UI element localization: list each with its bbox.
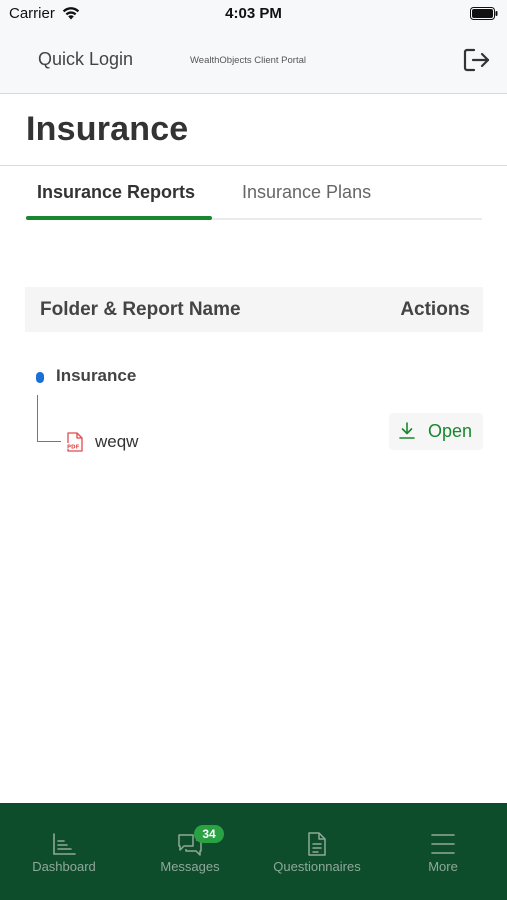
tab-insurance-reports[interactable]: Insurance Reports [37, 182, 195, 203]
tab-bar: Insurance Reports Insurance Plans [26, 175, 482, 220]
nav-item-questionnaires[interactable]: Questionnaires [254, 803, 380, 900]
column-header-actions: Actions [400, 299, 470, 320]
file-name[interactable]: weqw [95, 432, 138, 452]
download-icon [399, 422, 415, 439]
app-header: Quick Login WealthObjects Client Portal [0, 28, 507, 94]
pdf-icon: PDF [66, 432, 83, 452]
tree-connector-vertical [37, 395, 38, 441]
portal-title: WealthObjects Client Portal [190, 55, 306, 66]
nav-label-messages: Messages [160, 859, 220, 874]
tree-connector-horizontal [37, 441, 61, 442]
folder-icon [36, 372, 44, 383]
nav-item-messages[interactable]: 34 Messages [127, 803, 253, 900]
nav-item-more[interactable]: More [380, 803, 506, 900]
status-bar: Carrier 4:03 PM [0, 0, 507, 28]
quick-login-title: Quick Login [38, 49, 134, 69]
document-icon [308, 832, 326, 856]
page-title: Insurance [26, 110, 189, 148]
nav-item-dashboard[interactable]: Dashboard [1, 803, 127, 900]
active-tab-indicator [26, 216, 212, 220]
title-divider [0, 165, 507, 166]
nav-label-more: More [428, 859, 458, 874]
tab-insurance-plans[interactable]: Insurance Plans [242, 182, 371, 203]
folder-name[interactable]: Insurance [56, 366, 136, 386]
battery-icon [470, 7, 498, 20]
table-header: Folder & Report Name Actions [25, 287, 483, 332]
nav-label-questionnaires: Questionnaires [273, 859, 361, 874]
nav-label-dashboard: Dashboard [32, 859, 96, 874]
logout-icon[interactable] [463, 47, 491, 73]
svg-text:PDF: PDF [67, 445, 80, 451]
dashboard-icon [53, 833, 76, 855]
menu-icon [431, 834, 455, 854]
clock: 4:03 PM [225, 5, 282, 22]
column-header-name: Folder & Report Name [40, 299, 241, 320]
open-button[interactable]: Open [389, 413, 483, 450]
open-button-label: Open [428, 421, 473, 441]
bottom-navigation: Dashboard 34 Messages Questionnaires Mor… [0, 803, 507, 900]
unread-messages-badge: 34 [194, 825, 224, 843]
